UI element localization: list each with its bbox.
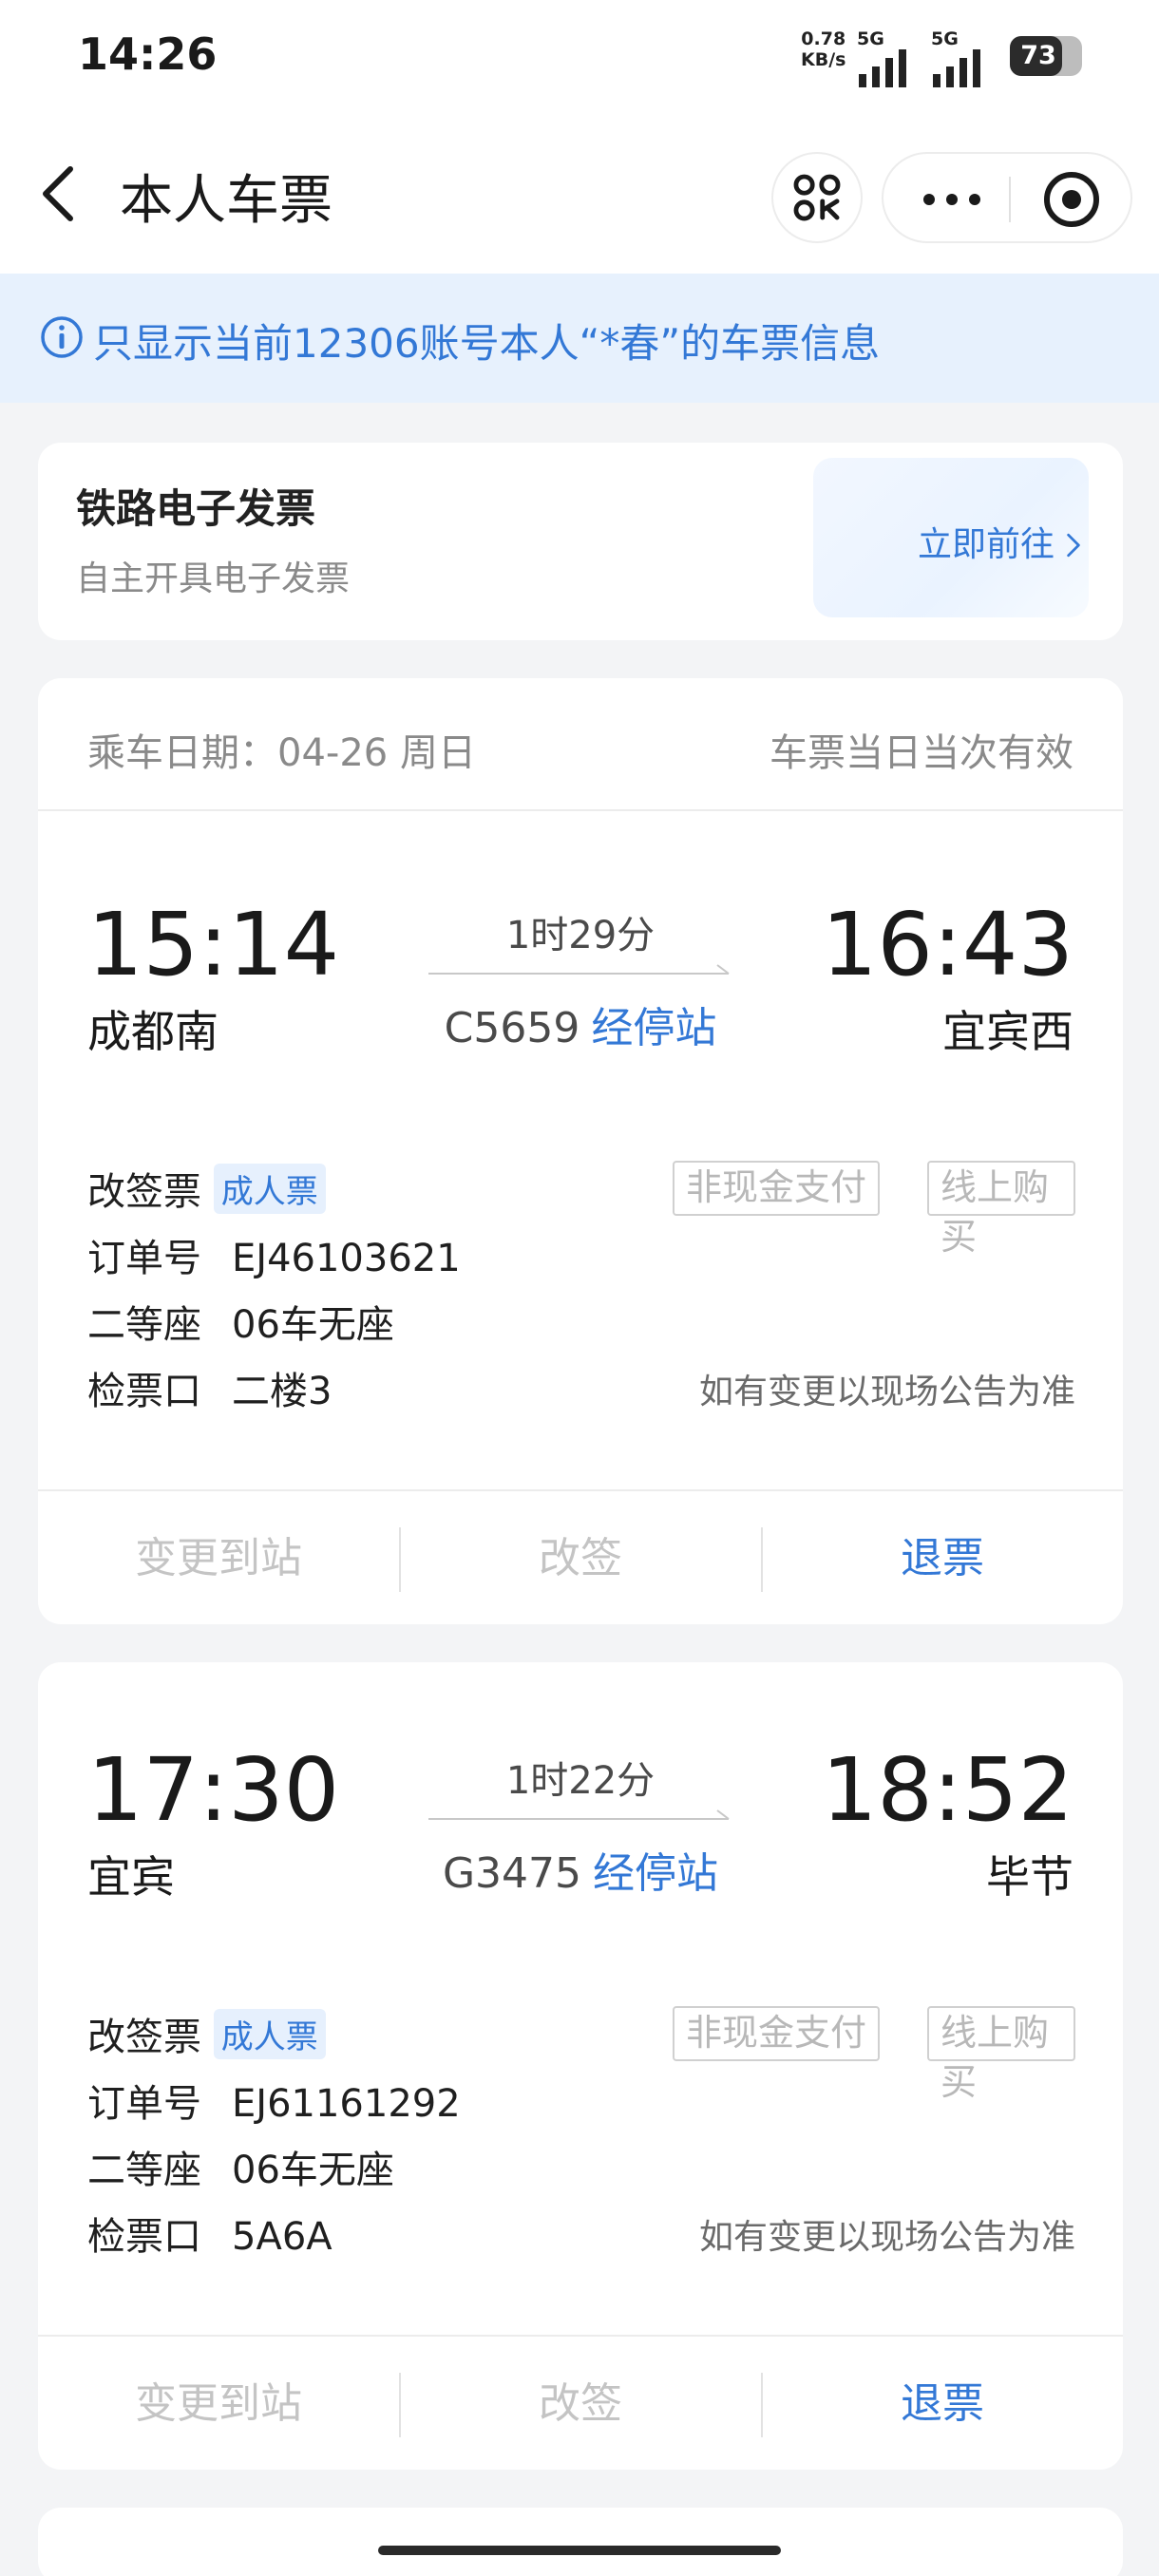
more-icon[interactable] [918, 171, 986, 228]
reschedule-button[interactable]: 改签 [400, 1491, 761, 1624]
departure-time: 17:30 [87, 1739, 340, 1841]
ticket-date-row: 乘车日期：04-26 周日 车票当日当次有效 [38, 678, 1123, 811]
passenger-type-badge: 成人票 [213, 1164, 326, 1214]
arrival-time: 16:43 [821, 894, 1074, 995]
nav-bar: 本人车票 [0, 114, 1159, 274]
change-station-button[interactable]: 变更到站 [38, 1491, 399, 1624]
order-row: 订单号 EJ46103621 [87, 1227, 461, 1284]
network-speed-unit: KB/s [801, 49, 846, 70]
notice-banner: 只显示当前12306账号本人“*春”的车票信息 [0, 274, 1159, 403]
invoice-go-label: 立即前往 [918, 525, 1055, 564]
arrival-station: 宜宾西 [942, 1006, 1074, 1057]
train-info: G3475 经停站 [428, 1839, 732, 1900]
e-invoice-card[interactable]: 铁路电子发票 自主开具电子发票 立即前往 [38, 443, 1123, 640]
seat-row: 二等座 06车无座 [87, 2139, 394, 2196]
seat-number: 06车无座 [232, 2149, 394, 2192]
status-time: 14:26 [78, 28, 218, 80]
signal-bars-icon [859, 49, 906, 87]
order-label: 订单号 [87, 2082, 201, 2126]
order-number: EJ61161292 [232, 2082, 461, 2126]
train-number: G3475 [442, 1849, 582, 1898]
page-title: 本人车票 [120, 170, 332, 232]
seat-number: 06车无座 [232, 1303, 394, 1347]
battery-indicator: 73 [1010, 36, 1082, 76]
next-ticket-card-peek [38, 2508, 1123, 2576]
arrival-station: 毕节 [986, 1851, 1074, 1903]
gate-label: 检票口 [87, 2215, 201, 2259]
trip-duration: 1时22分 [505, 1759, 656, 1803]
payment-tag: 非现金支付 [673, 1161, 881, 1216]
departure-station: 成都南 [87, 1006, 218, 1057]
order-row: 订单号 EJ61161292 [87, 2073, 461, 2130]
arrival-time: 18:52 [821, 1739, 1074, 1841]
page: 14:26 0.78 KB/s 5G 5G 73 本人车票 只显示当前12306… [0, 0, 1159, 2576]
scan-button[interactable] [771, 152, 863, 243]
ticket-card: 乘车日期：04-26 周日 车票当日当次有效 15:14 成都南 1时29分 C… [38, 678, 1123, 1624]
arrow-right-icon [428, 964, 730, 975]
network-speed: 0.78 KB/s [801, 28, 846, 70]
purchase-tag: 线上购买 [927, 1161, 1075, 1258]
trip-summary: 15:14 成都南 1时29分 C5659 经停站 16:43 宜宾西 [38, 893, 1123, 1083]
order-label: 订单号 [87, 1237, 201, 1280]
refund-button[interactable]: 退票 [762, 1491, 1123, 1624]
ticket-actions: 变更到站 改签 退票 [38, 1489, 1123, 1624]
stops-link[interactable]: 经停站 [593, 1849, 718, 1898]
departure-time: 15:14 [87, 894, 340, 995]
gate-note: 如有变更以现场公告为准 [698, 2218, 1075, 2257]
seat-class: 二等座 [87, 2149, 201, 2192]
status-bar: 14:26 0.78 KB/s 5G 5G 73 [0, 0, 1159, 114]
change-station-button[interactable]: 变更到站 [38, 2337, 399, 2470]
seat-row: 二等座 06车无座 [87, 1294, 394, 1351]
payment-tag: 非现金支付 [673, 2006, 881, 2061]
gate-row: 检票口 二楼3 [87, 1360, 332, 1417]
invoice-title: 铁路电子发票 [76, 485, 316, 532]
trip-duration: 1时29分 [505, 914, 656, 957]
order-number: EJ46103621 [232, 1237, 461, 1280]
gate-row: 检票口 5A6A [87, 2206, 332, 2263]
back-arrow-icon[interactable] [34, 160, 87, 228]
train-number: C5659 [444, 1004, 580, 1052]
train-info: C5659 经停站 [428, 994, 732, 1054]
mini-program-capsule [882, 152, 1132, 243]
ticket-type: 改签票 [87, 1170, 201, 1214]
ticket-type-row: 改签票 成人票 [87, 2006, 326, 2063]
gate-note: 如有变更以现场公告为准 [698, 1373, 1075, 1411]
reschedule-button[interactable]: 改签 [400, 2337, 761, 2470]
trip-summary: 17:30 宜宾 1时22分 G3475 经停站 18:52 毕节 [38, 1738, 1123, 1928]
gate-number: 二楼3 [232, 1370, 332, 1413]
departure-station: 宜宾 [87, 1851, 175, 1903]
signal-bars-icon [933, 49, 980, 87]
home-indicator[interactable] [378, 2546, 781, 2555]
ticket-card: 17:30 宜宾 1时22分 G3475 经停站 18:52 毕节 改签票 成人票… [38, 1662, 1123, 2470]
arrow-right-icon [428, 1809, 730, 1820]
gate-number: 5A6A [232, 2215, 332, 2259]
refund-button[interactable]: 退票 [762, 2337, 1123, 2470]
battery-level: 73 [1020, 41, 1056, 70]
travel-date: 乘车日期：04-26 周日 [87, 731, 476, 775]
chevron-right-icon [1067, 533, 1081, 558]
passenger-type-badge: 成人票 [213, 2009, 326, 2059]
capsule-divider [1009, 177, 1011, 222]
ticket-validity: 车票当日当次有效 [770, 731, 1074, 775]
target-icon[interactable] [1041, 169, 1102, 230]
ticket-type: 改签票 [87, 2016, 201, 2059]
signal-2-label: 5G [931, 28, 959, 49]
stops-link[interactable]: 经停站 [591, 1004, 716, 1052]
scan-icon [793, 174, 841, 221]
notice-text: 只显示当前12306账号本人“*春”的车票信息 [93, 320, 881, 367]
seat-class: 二等座 [87, 1303, 201, 1347]
info-icon [41, 316, 83, 358]
invoice-subtitle: 自主开具电子发票 [76, 559, 351, 598]
network-speed-value: 0.78 [801, 28, 846, 49]
ticket-type-row: 改签票 成人票 [87, 1161, 326, 1218]
ticket-actions: 变更到站 改签 退票 [38, 2335, 1123, 2470]
gate-label: 检票口 [87, 1370, 201, 1413]
invoice-go-link[interactable]: 立即前往 [918, 517, 1082, 566]
purchase-tag: 线上购买 [927, 2006, 1075, 2103]
signal-1-label: 5G [857, 28, 884, 49]
